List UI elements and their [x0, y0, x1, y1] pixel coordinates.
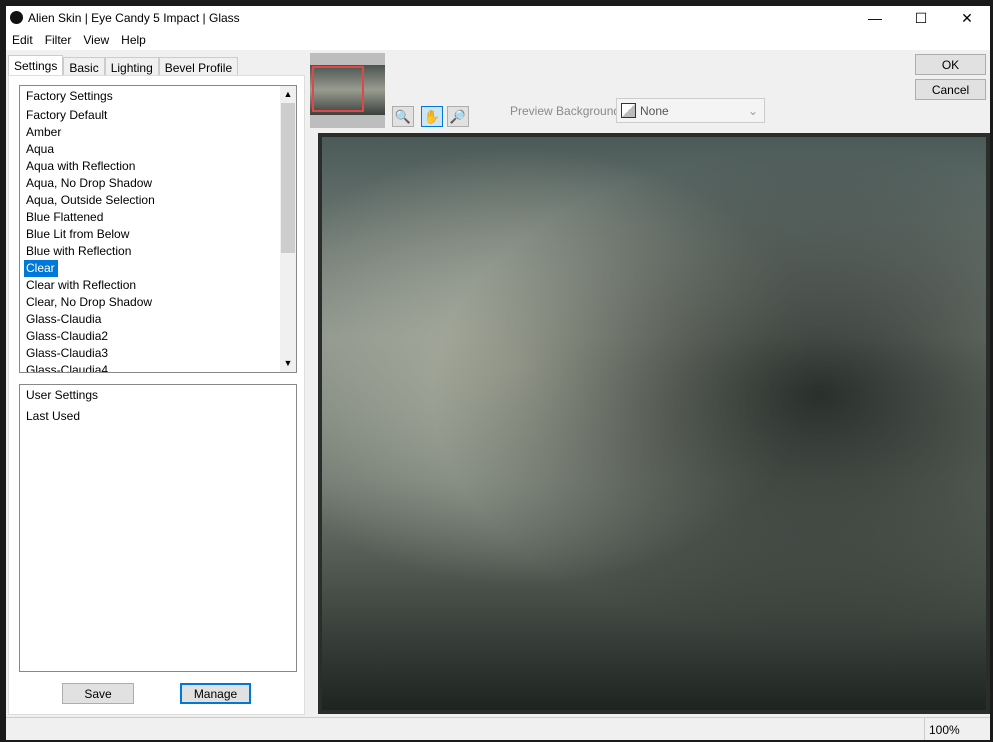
list-item[interactable]: Aqua with Reflection [20, 158, 296, 175]
minimize-button[interactable]: — [852, 6, 898, 30]
ok-button[interactable]: OK [915, 54, 986, 75]
list-item[interactable]: Glass-Claudia2 [20, 328, 296, 345]
preview-toggle-icon[interactable]: 🔍 [392, 106, 414, 127]
save-button[interactable]: Save [62, 683, 134, 704]
menu-edit[interactable]: Edit [6, 33, 39, 47]
scroll-up-icon[interactable]: ▲ [280, 86, 296, 103]
list-item[interactable]: Last Used [20, 406, 296, 427]
list-item[interactable]: Glass-Claudia4 [20, 362, 296, 372]
factory-settings-header: Factory Settings [26, 89, 113, 103]
menu-view[interactable]: View [77, 33, 115, 47]
factory-settings-list[interactable]: Factory Settings Factory Default Amber Aqu… [19, 85, 297, 373]
app-icon [10, 11, 23, 24]
scroll-down-icon[interactable]: ▼ [280, 355, 296, 372]
maximize-button[interactable]: ☐ [898, 6, 944, 30]
close-button[interactable]: ✕ [944, 6, 990, 30]
list-item[interactable]: Amber [20, 124, 296, 141]
list-item[interactable]: Glass-Claudia [20, 311, 296, 328]
preview-background-value: None [640, 103, 669, 118]
menu-help[interactable]: Help [115, 33, 152, 47]
list-item[interactable]: Aqua [20, 141, 296, 158]
preview-background-select[interactable]: None ⌄ [616, 98, 765, 123]
list-item[interactable]: Factory Default [20, 107, 296, 124]
hand-tool-icon[interactable]: ✋ [421, 106, 443, 127]
list-item[interactable]: Aqua, No Drop Shadow [20, 175, 296, 192]
preview-image[interactable] [318, 133, 990, 714]
chevron-down-icon: ⌄ [747, 103, 758, 118]
navigator-thumbnail[interactable] [310, 53, 385, 128]
status-bar: 100% [6, 717, 990, 740]
list-item[interactable]: Blue Flattened [20, 209, 296, 226]
cancel-button[interactable]: Cancel [915, 79, 986, 100]
list-item[interactable]: Glass-Claudia3 [20, 345, 296, 362]
window-title: Alien Skin | Eye Candy 5 Impact | Glass [28, 11, 240, 25]
user-settings-list[interactable]: User Settings Last Used [19, 384, 297, 672]
preview-background-label: Preview Background: [510, 104, 624, 118]
scroll-thumb[interactable] [281, 103, 295, 253]
list-item[interactable]: Clear, No Drop Shadow [20, 294, 296, 311]
manage-button[interactable]: Manage [180, 683, 251, 704]
settings-panel: Factory Settings Factory Default Amber Aqu… [8, 75, 305, 715]
checker-icon [621, 103, 636, 118]
user-settings-header: User Settings [26, 388, 99, 402]
title-bar: Alien Skin | Eye Candy 5 Impact | Glass … [6, 6, 990, 30]
list-item[interactable]: Aqua, Outside Selection [20, 192, 296, 209]
scrollbar[interactable]: ▲ ▼ [280, 86, 296, 372]
list-item[interactable]: Clear [24, 260, 58, 277]
list-item[interactable]: Clear with Reflection [20, 277, 296, 294]
list-item[interactable]: Blue with Reflection [20, 243, 296, 260]
zoom-level: 100% [929, 723, 960, 737]
dialog-window: Alien Skin | Eye Candy 5 Impact | Glass … [6, 6, 990, 740]
menu-bar: Edit Filter View Help [6, 30, 990, 50]
zoom-tool-icon[interactable]: 🔎 [447, 106, 469, 127]
menu-filter[interactable]: Filter [39, 33, 78, 47]
list-item[interactable]: Blue Lit from Below [20, 226, 296, 243]
navigator-viewport-box[interactable] [312, 66, 364, 112]
